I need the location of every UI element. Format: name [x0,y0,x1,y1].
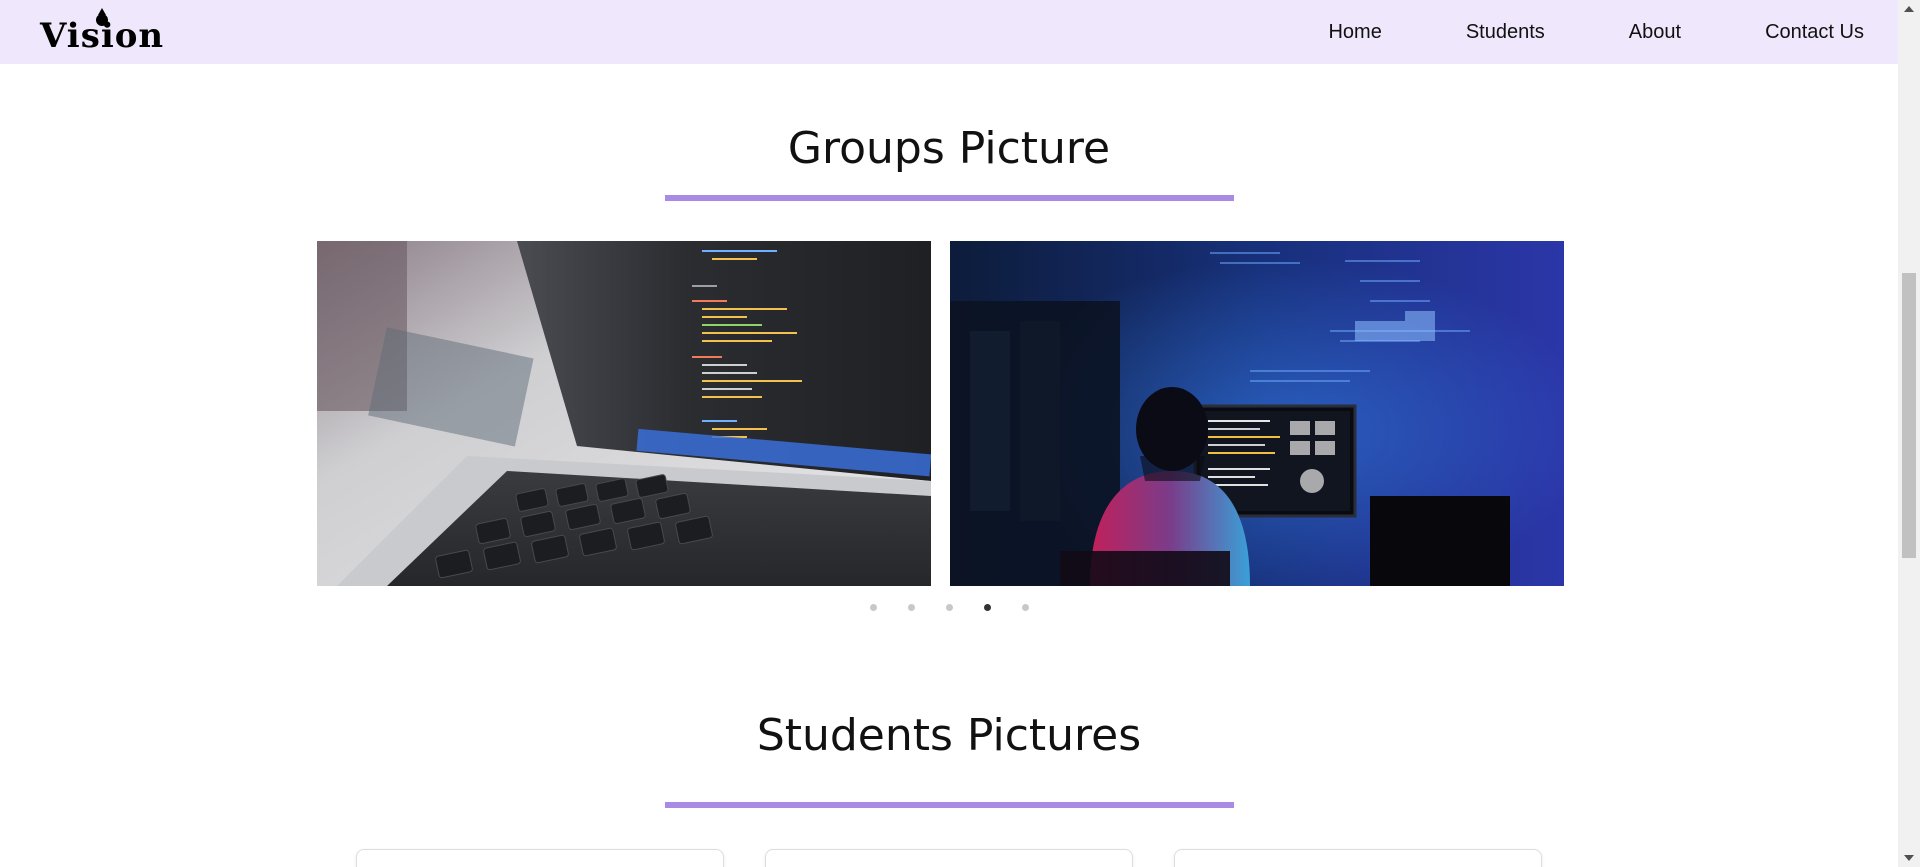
carousel-dot-4[interactable] [983,604,991,611]
carousel-dot-3[interactable] [945,604,953,611]
groups-title-underline [665,195,1234,201]
nav-link-students[interactable]: Students [1466,21,1545,44]
students-title-underline [665,802,1234,808]
scroll-down-arrow-icon[interactable] [1904,855,1914,861]
page: Vision Home Students About Contact Us Gr… [0,0,1920,867]
carousel-dot-2[interactable] [907,604,915,611]
nav-links: Home Students About Contact Us [1328,0,1864,64]
nav-link-home[interactable]: Home [1328,21,1381,44]
student-card-2[interactable] [765,849,1133,867]
carousel-dot-5[interactable] [1021,604,1029,611]
logo-chess-icon [96,8,108,26]
groups-carousel[interactable] [317,241,1565,586]
navbar: Vision Home Students About Contact Us [0,0,1898,64]
carousel-slide-programmer[interactable] [950,241,1564,586]
carousel-slide-laptop[interactable] [317,241,931,586]
laptop-code-photo [317,241,931,586]
nav-link-about[interactable]: About [1629,21,1681,44]
scroll-up-arrow-icon[interactable] [1904,6,1914,12]
page-scrollbar[interactable] [1898,0,1920,867]
scrollbar-thumb[interactable] [1902,273,1916,558]
groups-section-title: Groups Picture [787,123,1111,174]
carousel-dots [0,604,1898,611]
student-card-3[interactable] [1174,849,1542,867]
student-card-1[interactable] [356,849,724,867]
carousel-dot-1[interactable] [869,604,877,611]
students-section-title: Students Pictures [756,710,1142,761]
programmer-at-monitor-photo [950,241,1564,586]
nav-link-contact[interactable]: Contact Us [1765,21,1864,44]
